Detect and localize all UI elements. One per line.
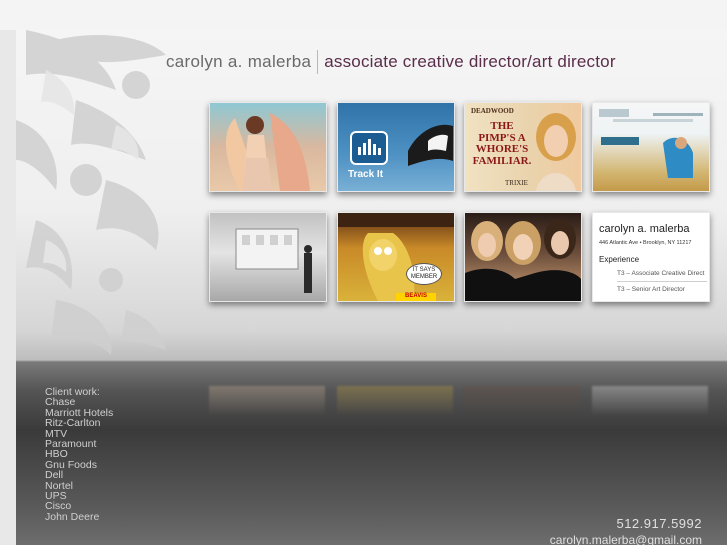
portfolio-thumb-track-it[interactable]: Track It [337, 102, 455, 192]
contact-info: 512.917.5992 carolyn.malerba@gmail.com [550, 516, 702, 545]
thumb-reflection [592, 386, 708, 416]
portfolio-thumb-deadwood[interactable]: DEADWOOD THE PIMP'S A WHORE'S FAMILIAR. … [464, 102, 582, 192]
group-portrait [465, 219, 581, 301]
portfolio-thumb-beavis[interactable]: IT SAYS MEMBER BEAVIS [337, 212, 455, 302]
portfolio-thumb-ritz-carlton[interactable] [592, 102, 710, 192]
top-strip [0, 0, 727, 30]
thumb-reflection [464, 386, 580, 416]
chart-icon [350, 131, 388, 165]
beavis-tag: BEAVIS [396, 293, 436, 301]
portfolio-thumb-resume[interactable]: carolyn a. malerba 446 Atlantic Ave • Br… [592, 212, 710, 302]
deadwood-logo: DEADWOOD [471, 107, 514, 115]
resume-job: T3 – Senior Art Director [617, 286, 685, 293]
resume-address: 446 Atlantic Ave • Brooklyn, NY 11217 [599, 240, 692, 246]
resume-job: T3 – Associate Creative Direct [617, 270, 705, 277]
job-title: associate creative director/art director [324, 52, 616, 71]
poster-headline: THE PIMP'S A WHORE'S FAMILIAR. [472, 120, 532, 167]
thumb-reflection [337, 386, 453, 416]
dog-illustration [408, 124, 453, 166]
resume-separator [617, 281, 707, 282]
left-edge [0, 30, 16, 545]
resume-name: carolyn a. malerba [599, 223, 690, 235]
display-scene [235, 228, 312, 293]
portfolio-thumb-winged-woman[interactable] [209, 102, 327, 192]
actress-portrait [536, 113, 576, 191]
main-panel: carolyn a. malerba associate creative di… [16, 30, 727, 545]
track-it-label: Track It [348, 169, 384, 180]
cartoon-scene [338, 213, 454, 301]
portfolio-thumb-three-women[interactable] [464, 212, 582, 302]
resume-preview: carolyn a. malerba 446 Atlantic Ave • Br… [593, 213, 709, 293]
header-divider [317, 50, 319, 74]
website-screenshot [599, 109, 703, 178]
portfolio-thumb-window-display[interactable] [209, 212, 327, 302]
designer-name: carolyn a. malerba [166, 52, 312, 71]
phone-number: 512.917.5992 [616, 516, 702, 531]
site-header: carolyn a. malerba associate creative di… [166, 50, 616, 74]
floral-ornament-icon [16, 30, 166, 355]
character-name: TRIXIE [505, 179, 528, 187]
winged-woman-image [225, 113, 310, 191]
speech-bubble: IT SAYS MEMBER [406, 263, 442, 285]
email-link[interactable]: carolyn.malerba@gmail.com [550, 532, 702, 545]
client-list: Client work: Chase Marriott Hotels Ritz-… [45, 387, 113, 523]
resume-section-heading: Experience [599, 255, 640, 264]
thumb-reflection [209, 386, 325, 416]
client-item: John Deere [45, 510, 100, 523]
